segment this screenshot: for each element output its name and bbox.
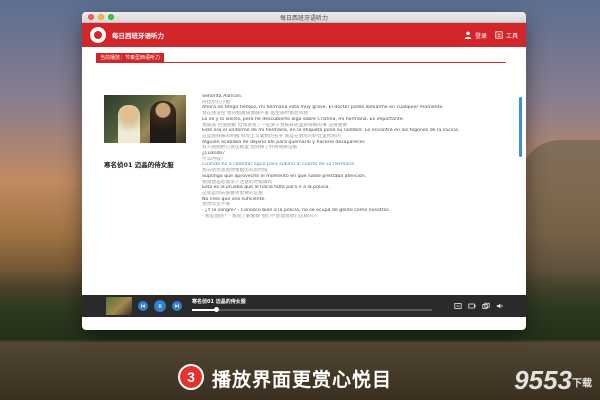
transcript-panel[interactable]: Señorita Alarcón. 阿拉尔孔小姐 Ahora no tengo ti… bbox=[202, 94, 502, 320]
cards-icon[interactable] bbox=[482, 302, 490, 310]
app-header: 每日西班牙语听力 登录 工具 bbox=[82, 23, 526, 47]
user-icon bbox=[464, 31, 472, 39]
tools-button[interactable]: 工具 bbox=[495, 31, 518, 40]
site-watermark: 9553下载 bbox=[514, 365, 592, 396]
player-bar: 寒名侦01 迈晶的侍女服 bbox=[82, 295, 526, 317]
episode-thumbnail[interactable] bbox=[104, 95, 186, 143]
subtitle-icon[interactable] bbox=[454, 302, 462, 310]
header-actions: 登录 工具 bbox=[464, 31, 518, 40]
progress-fill bbox=[192, 309, 216, 311]
progress-handle[interactable] bbox=[214, 307, 219, 312]
episode-title: 寒名侦01 迈晶的侍女服 bbox=[104, 161, 174, 169]
tools-icon bbox=[495, 31, 503, 39]
next-icon bbox=[175, 304, 179, 308]
login-button[interactable]: 登录 bbox=[464, 31, 487, 40]
pause-icon bbox=[158, 304, 162, 308]
main-content: 当前播放：节奏型西语听力 寒名侦01 迈晶的侍女服 Señorita Alarc… bbox=[82, 47, 526, 317]
window-titlebar[interactable]: 每日西班牙语听力 bbox=[82, 12, 526, 23]
watermark-number: 9553 bbox=[514, 365, 572, 395]
watermark-suffix: 下载 bbox=[572, 378, 592, 390]
app-logo-icon bbox=[90, 27, 106, 43]
loop-icon[interactable] bbox=[468, 302, 476, 310]
thumbnail-figure bbox=[118, 105, 140, 143]
window-title: 每日西班牙语听力 bbox=[279, 15, 328, 22]
player-tools bbox=[454, 302, 504, 310]
player-title: 寒名侦01 迈晶的侍女服 bbox=[192, 299, 246, 305]
progress-bar[interactable] bbox=[192, 307, 432, 312]
volume-icon[interactable] bbox=[496, 302, 504, 310]
playback-track: 寒名侦01 迈晶的侍女服 bbox=[192, 297, 432, 315]
thumbnail-figure bbox=[150, 101, 176, 143]
divider bbox=[96, 62, 506, 63]
transcript-scrollbar[interactable] bbox=[519, 97, 522, 157]
next-button[interactable] bbox=[172, 301, 182, 311]
pause-button[interactable] bbox=[154, 300, 166, 312]
player-thumbnail[interactable] bbox=[106, 297, 132, 315]
step-badge: 3 bbox=[178, 364, 204, 390]
app-name: 每日西班牙语听力 bbox=[112, 32, 164, 40]
tools-label: 工具 bbox=[505, 32, 518, 40]
app-window: 每日西班牙语听力 每日西班牙语听力 登录 工具 当前播放：节奏型西语听力 寒名侦… bbox=[82, 12, 526, 330]
login-label: 登录 bbox=[474, 32, 487, 40]
previous-icon bbox=[141, 304, 145, 308]
previous-button[interactable] bbox=[138, 301, 148, 311]
transcript-line[interactable]: - 那些血呢？- 我很了解警察 他们不会理会我们这样的人 bbox=[202, 214, 502, 220]
promo-slogan: 播放界面更赏心悦目 bbox=[212, 369, 393, 391]
